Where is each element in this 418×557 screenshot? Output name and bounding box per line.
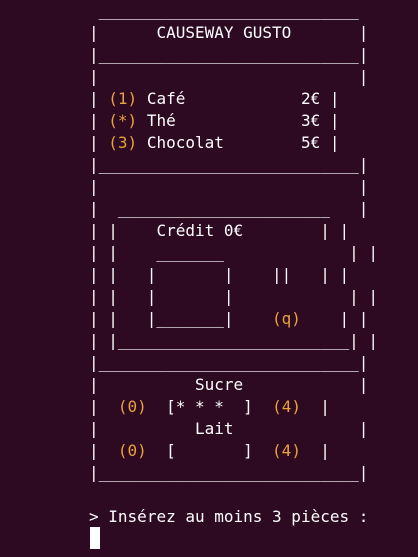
product-3-name: Chocolat: [146, 133, 224, 152]
milk-increase-key[interactable]: (4): [272, 441, 301, 460]
text-cursor[interactable]: [90, 527, 100, 549]
product-2-price: 3€: [300, 111, 321, 130]
prompt-marker: >: [89, 507, 99, 526]
credit-value: 0€: [223, 221, 244, 240]
product-1-key[interactable]: (1): [108, 89, 137, 108]
quit-key[interactable]: (q): [272, 309, 301, 328]
product-3-price: 5€: [300, 133, 321, 152]
milk-decrease-key[interactable]: (0): [118, 441, 147, 460]
sugar-label: Sucre: [194, 375, 244, 394]
product-2-key[interactable]: (*): [108, 111, 137, 130]
terminal-window: ___________________________ | CAUSEWAY G…: [0, 0, 418, 557]
machine-name: CAUSEWAY GUSTO: [156, 23, 292, 42]
sugar-decrease-key[interactable]: (0): [118, 397, 147, 416]
product-3-key[interactable]: (3): [108, 133, 137, 152]
milk-label: Lait: [194, 419, 234, 438]
product-1-name: Café: [146, 89, 186, 108]
prompt-text: Insérez au moins 3 pièces :: [108, 507, 369, 526]
sugar-increase-key[interactable]: (4): [272, 397, 301, 416]
product-1-price: 2€: [300, 89, 321, 108]
vending-machine-display: ___________________________ | CAUSEWAY G…: [89, 1, 378, 526]
coin-slot: ||: [272, 265, 292, 284]
credit-label: Crédit: [156, 221, 215, 240]
sugar-level: * * *: [175, 397, 224, 416]
product-2-name: Thé: [146, 111, 176, 130]
